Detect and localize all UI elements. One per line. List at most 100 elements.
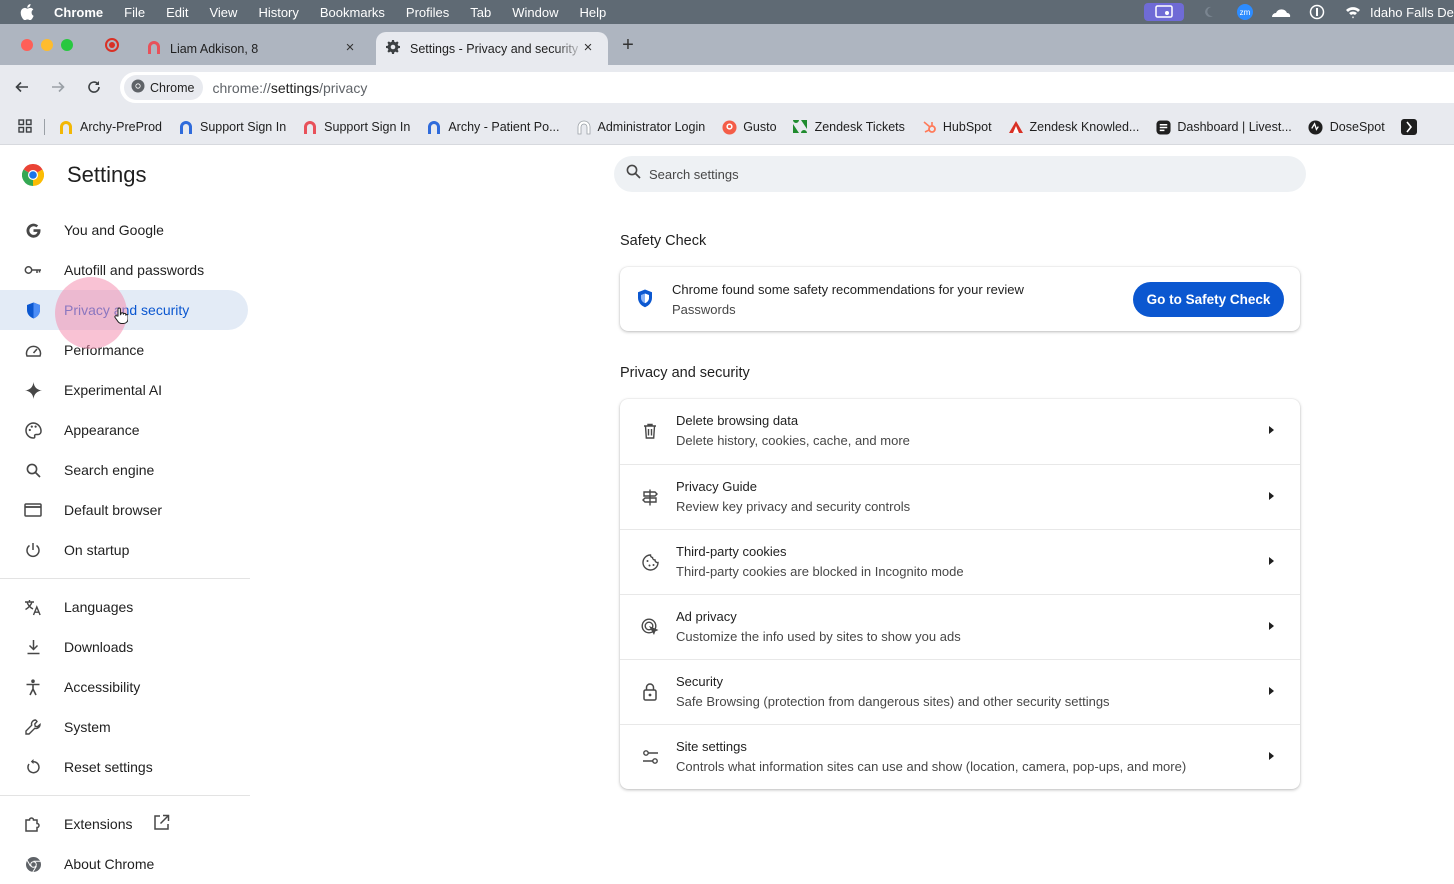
hand-cursor-icon (114, 307, 129, 329)
sidebar-item-label: Extensions (64, 816, 133, 832)
search-input[interactable] (649, 166, 1249, 182)
window-zoom-button[interactable] (61, 39, 73, 51)
chrome-logo-icon (131, 79, 145, 96)
tab-title: Settings - Privacy and security (410, 41, 579, 56)
url-path: /privacy (319, 79, 368, 96)
tab-strip: Liam Adkison, 8 × Settings - Privacy and… (0, 24, 1454, 65)
bookmark-label: Dashboard | Livest... (1177, 120, 1292, 134)
row-title: Security (676, 674, 723, 689)
menu-help[interactable]: Help (580, 5, 607, 20)
sidebar-item-languages[interactable]: Languages (0, 587, 248, 627)
row-site-settings[interactable]: Site settings Controls what information … (620, 724, 1300, 789)
sidebar-item-about-chrome[interactable]: About Chrome (0, 844, 248, 884)
bookmark-gusto[interactable]: Gusto (721, 119, 777, 135)
bookmark-hubspot[interactable]: HubSpot (921, 119, 992, 135)
go-to-safety-check-button[interactable]: Go to Safety Check (1133, 282, 1284, 317)
sidebar-item-default-browser[interactable]: Default browser (0, 490, 248, 530)
row-security[interactable]: Security Safe Browsing (protection from … (620, 659, 1300, 724)
menu-profiles[interactable]: Profiles (406, 5, 449, 20)
password-manager-icon[interactable] (1306, 3, 1328, 21)
page-title: Settings (67, 162, 147, 187)
sidebar-item-extensions[interactable]: Extensions (0, 804, 248, 844)
external-link-icon[interactable] (153, 814, 170, 834)
sidebar-item-on-startup[interactable]: On startup (0, 530, 248, 570)
row-delete-browsing-data[interactable]: Delete browsing data Delete history, coo… (620, 399, 1300, 464)
settings-search[interactable] (614, 156, 1306, 192)
new-tab-button[interactable]: + (618, 35, 638, 56)
address-bar[interactable]: Chrome chrome://settings/privacy (120, 72, 1454, 103)
reset-icon (24, 758, 42, 776)
screen-share-icon[interactable] (1144, 3, 1184, 21)
sidebar-item-accessibility[interactable]: Accessibility (0, 667, 248, 707)
sidebar-item-experimental-ai[interactable]: Experimental AI (0, 370, 248, 410)
menu-view[interactable]: View (209, 5, 237, 20)
sidebar-item-search-engine[interactable]: Search engine (0, 450, 248, 490)
row-ad-privacy[interactable]: Ad privacy Customize the info used by si… (620, 594, 1300, 659)
site-info-chip[interactable]: Chrome (124, 75, 204, 100)
wifi-icon[interactable] (1342, 3, 1364, 21)
bookmark-archy-preprod[interactable]: Archy-PreProd (58, 119, 162, 135)
menu-file[interactable]: File (124, 5, 145, 20)
tab-settings[interactable]: Settings - Privacy and security × (376, 32, 608, 65)
bookmark-support-sign-in-2[interactable]: Support Sign In (302, 119, 410, 135)
tab-close-button[interactable]: × (342, 40, 358, 56)
bookmark-label: Zendesk Knowled... (1029, 120, 1140, 134)
reload-icon[interactable] (84, 77, 104, 97)
tab-close-button[interactable]: × (580, 40, 596, 56)
menu-window[interactable]: Window (512, 5, 558, 20)
safety-check-card: Chrome found some safety recommendations… (620, 267, 1300, 331)
dark-app-icon (1400, 119, 1417, 135)
puzzle-icon (24, 815, 42, 833)
forward-arrow-icon[interactable] (48, 77, 68, 97)
menu-history[interactable]: History (258, 5, 298, 20)
sidebar-item-label: Reset settings (64, 759, 153, 775)
sidebar-item-you-and-google[interactable]: You and Google (0, 210, 248, 250)
row-privacy-guide[interactable]: Privacy Guide Review key privacy and sec… (620, 464, 1300, 529)
menu-chrome[interactable]: Chrome (54, 5, 103, 20)
record-icon[interactable] (105, 38, 119, 52)
sidebar-item-performance[interactable]: Performance (0, 330, 248, 370)
back-arrow-icon[interactable] (12, 77, 32, 97)
sidebar-item-downloads[interactable]: Downloads (0, 627, 248, 667)
bookmark-label: DoseSpot (1329, 120, 1385, 134)
privacy-settings-card: Delete browsing data Delete history, coo… (620, 399, 1300, 789)
sparkle-icon (24, 381, 42, 399)
row-title: Delete browsing data (676, 413, 799, 428)
menu-edit[interactable]: Edit (166, 5, 188, 20)
sidebar-item-label: System (64, 719, 111, 735)
archy-logo-icon (146, 39, 162, 58)
bookmark-dosespot[interactable]: DoseSpot (1308, 119, 1385, 135)
apps-grid-icon[interactable] (18, 118, 32, 136)
window-minimize-button[interactable] (41, 39, 53, 51)
bookmark-support-sign-in-1[interactable]: Support Sign In (178, 119, 286, 135)
sidebar-item-autofill[interactable]: Autofill and passwords (0, 250, 248, 290)
tab-liam-adkison[interactable]: Liam Adkison, 8 × (138, 32, 370, 65)
url-host: settings (270, 79, 320, 96)
zoom-app-icon[interactable]: zm (1234, 3, 1256, 21)
sidebar-item-system[interactable]: System (0, 707, 248, 747)
apple-icon[interactable] (18, 3, 36, 21)
bookmark-zendesk-tickets[interactable]: Zendesk Tickets (792, 119, 905, 135)
zendesk-icon (792, 119, 809, 135)
bookmark-archy-patient-portal[interactable]: Archy - Patient Po... (426, 119, 560, 135)
cloud-icon[interactable] (1270, 3, 1292, 21)
bookmark-overflow[interactable] (1400, 119, 1423, 135)
menu-tab[interactable]: Tab (470, 5, 491, 20)
sidebar-item-label: Experimental AI (64, 382, 163, 398)
bookmark-dashboard-livestorm[interactable]: Dashboard | Livest... (1155, 119, 1292, 135)
menu-bar-status-text: Idaho Falls De (1370, 4, 1454, 20)
moon-icon[interactable] (1198, 3, 1220, 21)
menu-bookmarks[interactable]: Bookmarks (320, 5, 385, 20)
google-g-icon (24, 221, 42, 239)
power-icon (24, 541, 42, 559)
menu-bar-tray: zm Idaho Falls De (1137, 0, 1454, 24)
bookmark-zendesk-knowledge[interactable]: Zendesk Knowled... (1008, 119, 1140, 135)
window-close-button[interactable] (21, 39, 33, 51)
chrome-logo-icon (21, 163, 45, 186)
row-subtitle: Controls what information sites can use … (676, 759, 1187, 774)
bookmark-administrator-login[interactable]: Administrator Login (576, 119, 705, 135)
sidebar-item-label: Accessibility (64, 679, 141, 695)
row-third-party-cookies[interactable]: Third-party cookies Third-party cookies … (620, 529, 1300, 594)
sidebar-item-appearance[interactable]: Appearance (0, 410, 248, 450)
sidebar-item-reset-settings[interactable]: Reset settings (0, 747, 248, 787)
